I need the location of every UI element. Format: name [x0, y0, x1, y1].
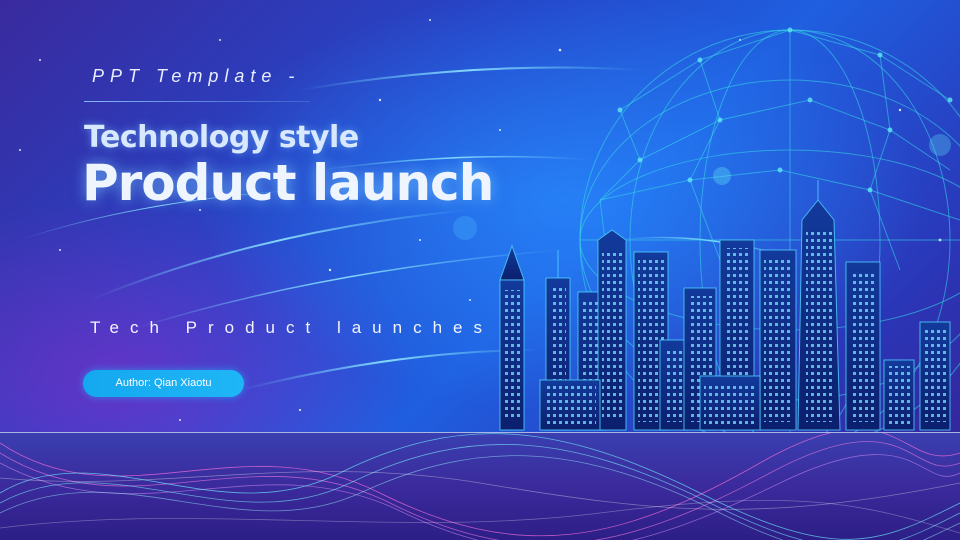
author-badge: Author: Qian Xiaotu: [83, 370, 244, 397]
title-line-2: Product launch: [82, 154, 494, 212]
divider-line: [84, 101, 310, 102]
tagline: Tech Product launches: [90, 318, 493, 337]
floor-wave-band: [0, 428, 960, 540]
title-line-1: Technology style: [84, 120, 359, 155]
wave-mesh-graphic: [0, 428, 960, 540]
template-label: PPT Template -: [92, 66, 301, 86]
slide: PPT Template - Technology style Product …: [0, 0, 960, 540]
